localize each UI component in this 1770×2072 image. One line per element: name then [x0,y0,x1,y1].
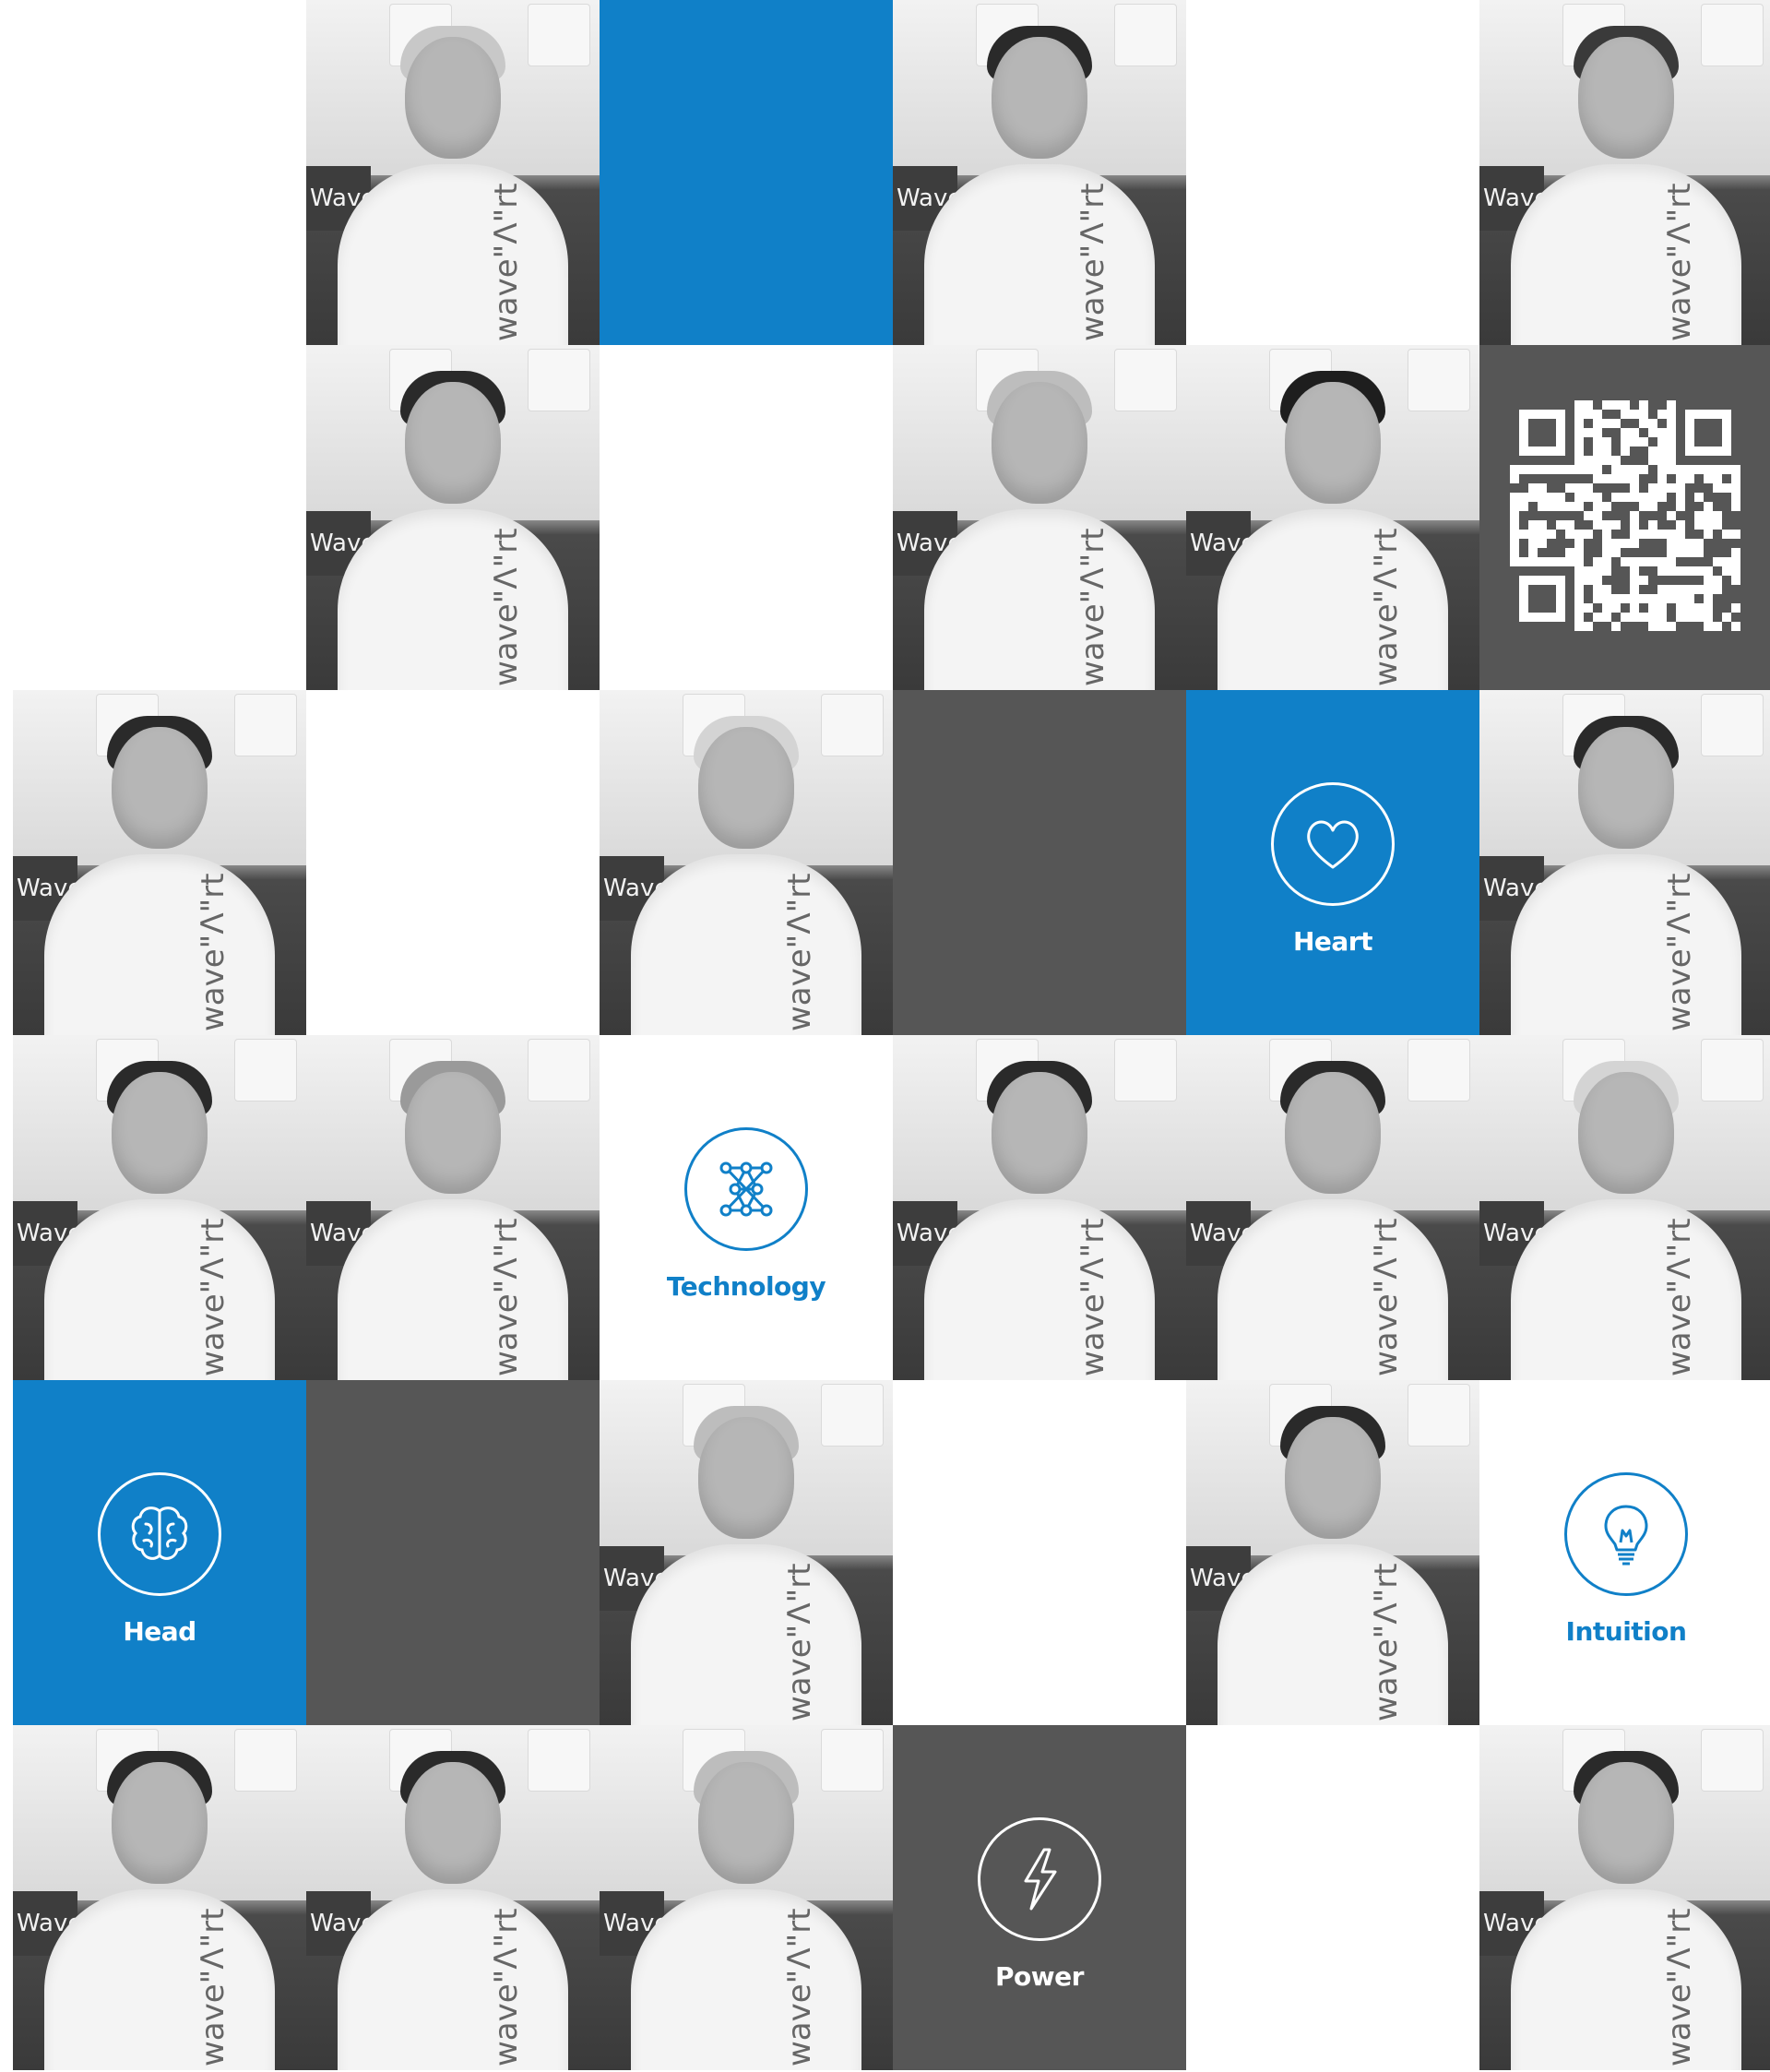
value-tile-head: Head [13,1380,306,1725]
white-tile [1186,1725,1479,2070]
team-member-photo: WaveArt wave"Λ"rt [600,690,893,1035]
team-mosaic-grid: WaveArt wave"Λ"rt WaveArt wave"Λ"rt Wave… [13,0,1770,2070]
team-member-photo: WaveArt wave"Λ"rt [306,1725,600,2070]
value-tile-intuition: Intuition [1479,1380,1770,1725]
white-tile [600,345,893,690]
heart-icon [1271,782,1395,906]
network-icon [684,1127,808,1251]
gray-tile [306,1380,600,1725]
white-tile [1186,0,1479,345]
team-member-photo: WaveArt wave"Λ"rt [306,1035,600,1380]
value-tile-power: Power [893,1725,1186,2070]
team-member-photo: WaveArt wave"Λ"rt [600,1380,893,1725]
value-label: Technology [666,1271,826,1302]
white-tile [893,1380,1186,1725]
value-tile-technology: Technology [600,1035,893,1380]
team-member-photo: WaveArt wave"Λ"rt [1479,0,1770,345]
team-member-photo: WaveArt wave"Λ"rt [600,1725,893,2070]
team-member-photo: WaveArt wave"Λ"rt [1479,1035,1770,1380]
team-member-photo: WaveArt wave"Λ"rt [306,0,600,345]
team-member-photo: WaveArt wave"Λ"rt [1186,345,1479,690]
team-member-photo: WaveArt wave"Λ"rt [1186,1380,1479,1725]
value-label: Intuition [1565,1616,1687,1647]
team-member-photo: WaveArt wave"Λ"rt [893,0,1186,345]
team-member-photo: WaveArt wave"Λ"rt [306,345,600,690]
team-member-photo: WaveArt wave"Λ"rt [13,1035,306,1380]
blue-tile [600,0,893,345]
brain-icon [98,1472,221,1596]
white-tile [13,345,306,690]
team-member-photo: WaveArt wave"Λ"rt [893,1035,1186,1380]
value-label: Heart [1292,926,1373,957]
white-tile [13,0,306,345]
value-label: Head [123,1616,196,1647]
qr-code-tile [1479,345,1770,690]
team-member-photo: WaveArt wave"Λ"rt [13,1725,306,2070]
white-tile [306,690,600,1035]
value-tile-heart: Heart [1186,690,1479,1035]
lightning-icon [978,1817,1101,1941]
gray-tile [893,690,1186,1035]
value-label: Power [995,1961,1084,1992]
qr-code [1510,400,1740,631]
team-member-photo: WaveArt wave"Λ"rt [1479,1725,1770,2070]
team-member-photo: WaveArt wave"Λ"rt [13,690,306,1035]
team-member-photo: WaveArt wave"Λ"rt [1186,1035,1479,1380]
lightbulb-icon [1564,1472,1688,1596]
team-member-photo: WaveArt wave"Λ"rt [1479,690,1770,1035]
team-member-photo: WaveArt wave"Λ"rt [893,345,1186,690]
